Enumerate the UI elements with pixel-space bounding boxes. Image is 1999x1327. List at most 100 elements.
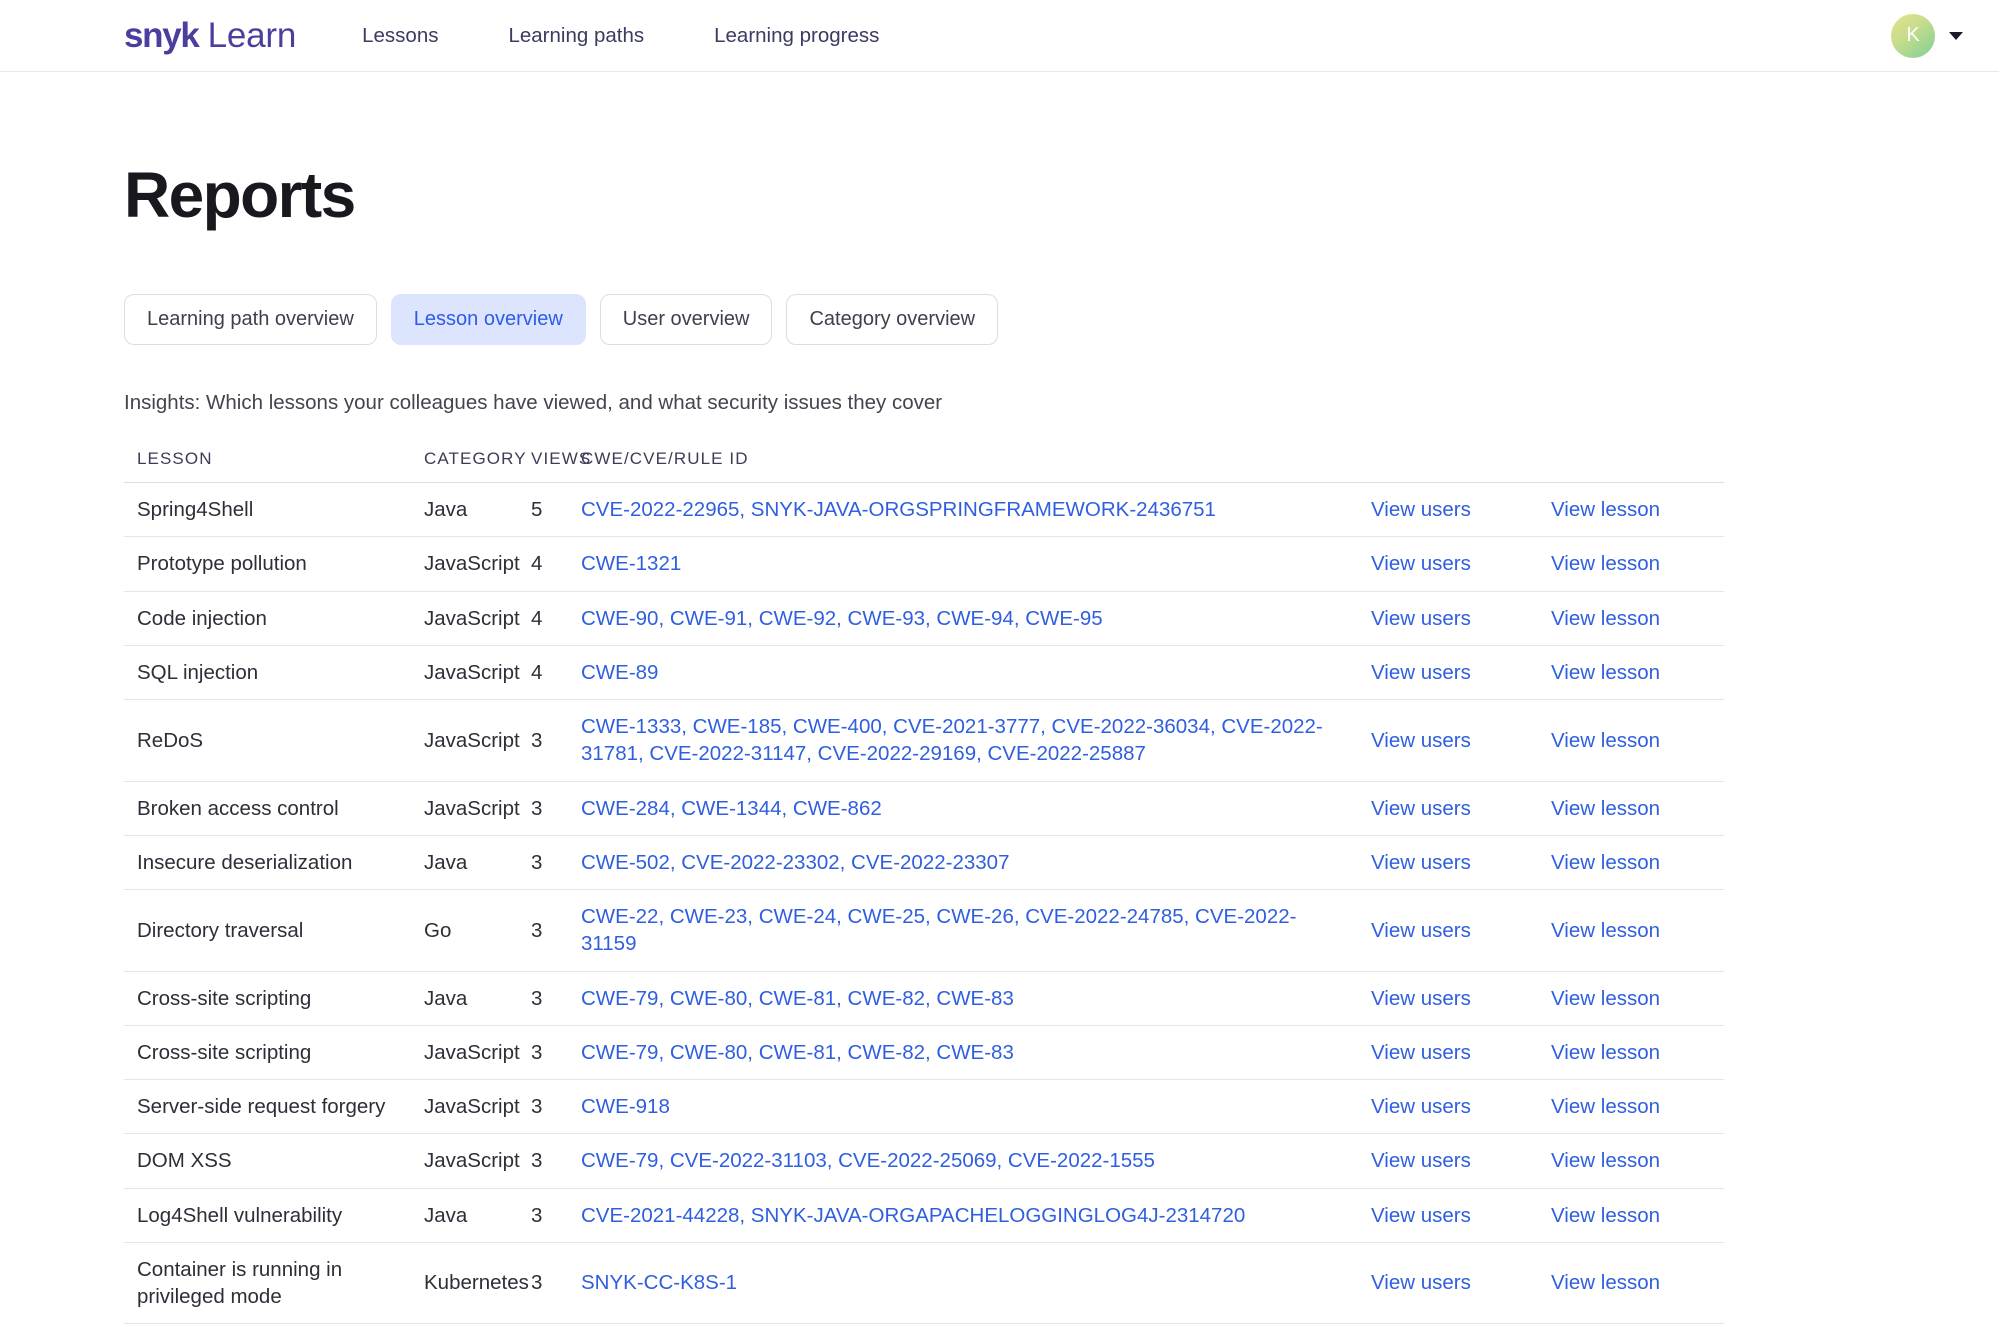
cell-ids-text[interactable]: CWE-79, CVE-2022-31103, CVE-2022-25069, … xyxy=(581,1149,1155,1172)
view-users-link-text[interactable]: View users xyxy=(1371,1149,1471,1172)
view-lesson-link-text[interactable]: View lesson xyxy=(1551,851,1660,874)
avatar[interactable]: K xyxy=(1891,13,1935,58)
view-lesson-link: View lesson xyxy=(1551,835,1724,889)
cell-ids-text[interactable]: CWE-79, CWE-80, CWE-81, CWE-82, CWE-83 xyxy=(581,987,1014,1010)
cell-ids-text[interactable]: CWE-22, CWE-23, CWE-24, CWE-25, CWE-26, … xyxy=(581,905,1296,955)
view-users-link-text[interactable]: View users xyxy=(1371,1271,1471,1294)
view-users-link: View users xyxy=(1371,483,1551,537)
view-users-link-text[interactable]: View users xyxy=(1371,987,1471,1010)
cell-ids: CWE-918 xyxy=(581,1080,1371,1134)
cell-ids-text[interactable]: CWE-1333, CWE-185, CWE-400, CVE-2021-377… xyxy=(581,715,1323,765)
cell-category: JavaScript xyxy=(424,700,531,782)
cell-lesson: Cross-site scripting xyxy=(124,1025,424,1079)
snyk-learn-logo[interactable]: snyk Learn xyxy=(124,16,296,56)
cell-lesson-text: Code injection xyxy=(137,606,267,630)
cell-views-text: 3 xyxy=(531,1203,543,1227)
cell-lesson: Container is running in privileged mode xyxy=(124,1242,424,1324)
view-users-link: View users xyxy=(1371,645,1551,699)
view-users-link-text[interactable]: View users xyxy=(1371,552,1471,575)
view-users-link: View users xyxy=(1371,1134,1551,1188)
view-lesson-link-text[interactable]: View lesson xyxy=(1551,1204,1660,1227)
view-lesson-link: View lesson xyxy=(1551,1025,1724,1079)
view-users-link-text[interactable]: View users xyxy=(1371,729,1471,752)
top-navigation-bar: snyk Learn Lessons Learning paths Learnin… xyxy=(0,0,1999,72)
cell-ids-text[interactable]: CWE-918 xyxy=(581,1095,670,1118)
nav-item-learning-progress[interactable]: Learning progress xyxy=(714,18,879,54)
view-users-link-text[interactable]: View users xyxy=(1371,797,1471,820)
view-lesson-link: View lesson xyxy=(1551,890,1724,972)
view-lesson-link-text[interactable]: View lesson xyxy=(1551,498,1660,521)
cell-ids-text[interactable]: CWE-284, CWE-1344, CWE-862 xyxy=(581,797,882,820)
cell-category-text: JavaScript xyxy=(424,1149,520,1173)
chevron-down-icon[interactable] xyxy=(1949,31,1963,40)
column-header-views[interactable]: VIEWS xyxy=(531,449,590,483)
view-lesson-link-text[interactable]: View lesson xyxy=(1551,607,1660,630)
primary-nav: Lessons Learning paths Learning progress xyxy=(362,18,879,54)
cell-views-text: 3 xyxy=(531,796,543,820)
view-lesson-link-text[interactable]: View lesson xyxy=(1551,1271,1660,1294)
cell-category: JavaScript xyxy=(424,1134,531,1188)
view-lesson-link-text[interactable]: View lesson xyxy=(1551,729,1660,752)
column-header-ids[interactable]: CWE/CVE/RULE ID xyxy=(581,449,1371,483)
view-users-link-text[interactable]: View users xyxy=(1371,498,1471,521)
view-lesson-link-text[interactable]: View lesson xyxy=(1551,1149,1660,1172)
cell-ids-text[interactable]: CWE-79, CWE-80, CWE-81, CWE-82, CWE-83 xyxy=(581,1041,1014,1064)
cell-ids-text[interactable]: CVE-2022-22965, SNYK-JAVA-ORGSPRINGFRAME… xyxy=(581,498,1216,521)
cell-ids: CWE-1333, CWE-185, CWE-400, CVE-2021-377… xyxy=(581,700,1371,782)
tab-lesson-overview[interactable]: Lesson overview xyxy=(390,294,586,345)
cell-ids-text[interactable]: CWE-1321 xyxy=(581,552,681,575)
cell-lesson: Insecure deserialization xyxy=(124,835,424,889)
tab-learning-path-overview[interactable]: Learning path overview xyxy=(124,294,377,345)
page-title: Reports xyxy=(124,159,356,231)
cell-views: 3 xyxy=(531,971,581,1025)
cell-views: 3 xyxy=(531,1134,581,1188)
cell-ids: CWE-284, CWE-1344, CWE-862 xyxy=(581,781,1371,835)
view-users-link-text[interactable]: View users xyxy=(1371,1041,1471,1064)
cell-views: 3 xyxy=(531,1080,581,1134)
cell-category-text: Java xyxy=(424,1203,468,1227)
cell-category-text: JavaScript xyxy=(424,1095,520,1118)
view-users-link-text[interactable]: View users xyxy=(1371,919,1471,942)
cell-views: 4 xyxy=(531,645,581,699)
cell-views: 5 xyxy=(531,483,581,537)
view-users-link-text[interactable]: View users xyxy=(1371,607,1471,630)
column-header-lesson[interactable]: LESSON xyxy=(124,449,424,483)
view-lesson-link-text[interactable]: View lesson xyxy=(1551,552,1660,575)
cell-lesson: DOM XSS xyxy=(124,1134,424,1188)
view-users-link-text[interactable]: View users xyxy=(1371,661,1471,684)
cell-category-text: JavaScript xyxy=(424,1040,520,1064)
cell-category-text: JavaScript xyxy=(424,606,520,630)
view-lesson-link-text[interactable]: View lesson xyxy=(1551,797,1660,820)
view-lesson-link-text[interactable]: View lesson xyxy=(1551,661,1660,684)
column-header-category[interactable]: CATEGORY xyxy=(424,449,531,483)
tab-category-overview[interactable]: Category overview xyxy=(786,294,999,345)
nav-item-lessons[interactable]: Lessons xyxy=(362,18,438,54)
cell-ids-text[interactable]: SNYK-CC-K8S-1 xyxy=(581,1271,737,1294)
nav-item-learning-paths[interactable]: Learning paths xyxy=(508,18,644,54)
cell-ids-text[interactable]: CVE-2021-44228, SNYK-JAVA-ORGAPACHELOGGI… xyxy=(581,1204,1245,1227)
cell-views-text: 5 xyxy=(531,498,543,521)
view-users-link-text[interactable]: View users xyxy=(1371,1095,1471,1118)
cell-views-text: 3 xyxy=(531,1095,543,1118)
page-content: Reports Learning path overview Lesson ov… xyxy=(0,158,1999,1327)
view-users-link-text[interactable]: View users xyxy=(1371,851,1471,874)
cell-ids-text[interactable]: CWE-89 xyxy=(581,661,658,684)
view-lesson-link-text[interactable]: View lesson xyxy=(1551,919,1660,942)
cell-category-text: Java xyxy=(424,498,468,521)
account-menu[interactable]: K xyxy=(1891,13,1963,58)
view-lesson-link: View lesson xyxy=(1551,1134,1724,1188)
cell-category: JavaScript xyxy=(424,537,531,591)
view-users-link-text[interactable]: View users xyxy=(1371,1204,1471,1227)
cell-ids: CVE-2021-44228, SNYK-JAVA-ORGAPACHELOGGI… xyxy=(581,1188,1371,1242)
cell-ids: CWE-22, CWE-23, CWE-24, CWE-25, CWE-26, … xyxy=(581,890,1371,972)
table-row: SQL injection JavaScript 4 CWE-89 View users… xyxy=(124,645,1724,700)
tab-user-overview[interactable]: User overview xyxy=(599,294,773,345)
cell-ids-text[interactable]: CWE-90, CWE-91, CWE-92, CWE-93, CWE-94, … xyxy=(581,607,1103,630)
cell-ids: CWE-79, CWE-80, CWE-81, CWE-82, CWE-83 xyxy=(581,1025,1371,1079)
view-users-link: View users xyxy=(1371,1025,1551,1079)
view-lesson-link-text[interactable]: View lesson xyxy=(1551,1041,1660,1064)
cell-ids-text[interactable]: CWE-502, CVE-2022-23302, CVE-2022-23307 xyxy=(581,851,1009,874)
view-lesson-link-text[interactable]: View lesson xyxy=(1551,987,1660,1010)
view-users-link: View users xyxy=(1371,781,1551,835)
view-lesson-link-text[interactable]: View lesson xyxy=(1551,1095,1660,1118)
